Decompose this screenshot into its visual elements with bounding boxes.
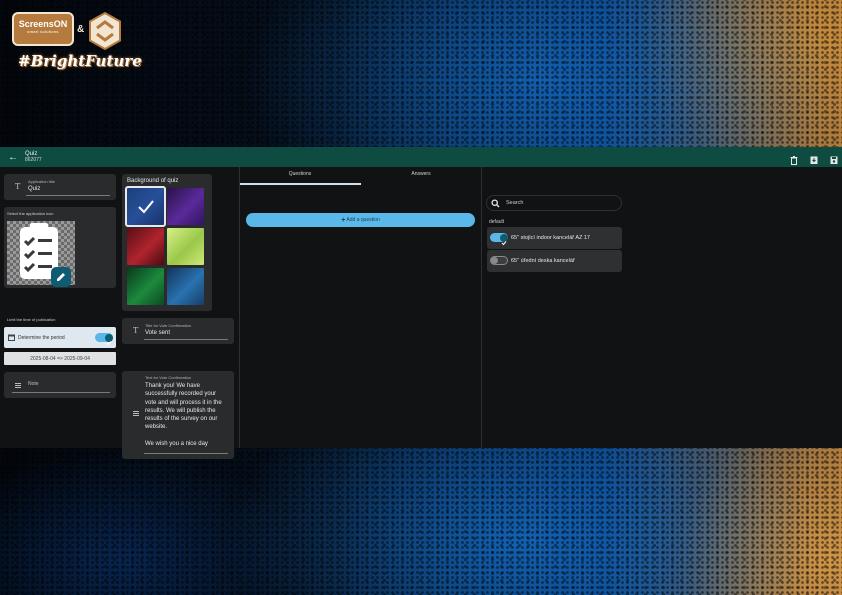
app-title-label: Application title (28, 179, 55, 184)
vote-text-label: Text for Vote Confirmation (145, 375, 192, 380)
textarea-icon (133, 411, 139, 416)
field-underline (26, 195, 110, 196)
device-item-2[interactable]: 65" úřední deska kancelář (487, 250, 622, 272)
logo-ampersand: & (77, 24, 85, 35)
check-icon (106, 340, 111, 345)
close-icon (492, 264, 497, 269)
background-label: Background of quiz (127, 178, 179, 184)
calendar-icon (8, 334, 15, 341)
column-divider (481, 167, 482, 448)
background-thumb-selected[interactable] (125, 186, 166, 227)
logo-brand: ScreensON (18, 19, 68, 29)
logo-brand-sub: smart solutions (27, 29, 59, 34)
download-icon[interactable] (810, 152, 818, 164)
tab-questions[interactable]: Questions (240, 171, 360, 177)
background-thumb[interactable] (167, 268, 204, 305)
app-title-field[interactable]: T Application title Quiz (4, 174, 116, 200)
app-title-value: Quiz (28, 186, 41, 192)
vote-text-value: Thank you! We have successfully recorded… (145, 383, 222, 431)
note-field[interactable]: Note (4, 372, 116, 398)
limit-time-label: Limit the time of publication (7, 317, 56, 322)
vote-title-field[interactable]: T Title for Vote Confirmation Vote sent (122, 318, 234, 344)
toggle-knob (491, 257, 498, 269)
vote-text-tail: We wish you a nice day (145, 441, 208, 447)
note-label: Note (28, 381, 39, 387)
field-underline (12, 392, 110, 393)
logo-tagline: #BrightFuture (18, 52, 142, 70)
device-item-label: 65" stojící indoor kancelář AZ 17 (511, 235, 590, 241)
background-thumb[interactable] (167, 228, 204, 265)
search-input[interactable]: Search (486, 195, 622, 211)
app-icon-label: Select the application icon (7, 211, 54, 216)
vote-title-label: Title for Vote Confirmation (145, 323, 192, 328)
text-field-icon: T (15, 182, 21, 191)
background-thumb[interactable] (127, 268, 164, 305)
vote-title-value: Vote sent (145, 330, 171, 336)
background-section: Background of quiz (122, 174, 212, 311)
plus-icon: + (341, 217, 346, 224)
field-underline (144, 453, 228, 454)
determine-period-label: Determine the period (18, 335, 65, 341)
search-icon (491, 199, 500, 208)
date-range[interactable]: 2025-08-04 => 2025-09-04 (4, 352, 116, 365)
screenson-logo: ScreensON smart solutions & #BrightFutur… (12, 12, 142, 76)
add-question-button[interactable]: + Add a question (246, 213, 475, 227)
add-question-label: Add a question (346, 217, 380, 223)
partner-logo-icon (89, 12, 121, 50)
active-tab-indicator (240, 183, 361, 185)
vote-text-field[interactable]: Text for Vote Confirmation Thank you! We… (122, 371, 234, 459)
back-arrow-icon[interactable]: ← (8, 152, 18, 163)
logo-box: ScreensON smart solutions (12, 12, 74, 46)
pencil-icon (57, 273, 65, 281)
app-content: T Application title Quiz Select the appl… (0, 167, 842, 459)
save-icon[interactable] (830, 152, 838, 164)
toggle-knob (104, 333, 113, 345)
device-toggle-on[interactable] (490, 233, 508, 245)
period-toggle[interactable] (95, 333, 113, 345)
app-icon-section: Select the application icon (4, 207, 116, 288)
column-divider (239, 167, 240, 448)
field-underline (144, 339, 228, 340)
check-icon (138, 200, 154, 214)
edit-icon-button[interactable] (51, 267, 71, 287)
check-icon (501, 240, 506, 245)
delete-icon[interactable] (790, 152, 798, 165)
tab-answers[interactable]: Answers (361, 171, 481, 177)
note-icon (15, 383, 21, 388)
device-item-label: 65" úřední deska kancelář (511, 258, 575, 264)
background-thumb[interactable] (127, 228, 164, 265)
app-window: ← Quiz 862077 T Application title Quiz S (0, 147, 842, 459)
background-thumb[interactable] (167, 188, 204, 225)
page-subtitle: 862077 (25, 157, 42, 163)
device-item-1[interactable]: 65" stojící indoor kancelář AZ 17 (487, 227, 622, 249)
device-toggle-off[interactable] (490, 256, 508, 269)
search-placeholder: Search (506, 200, 524, 206)
toggle-knob (499, 233, 508, 245)
device-group-label: default (489, 219, 505, 225)
determine-period-row[interactable]: Determine the period (4, 327, 116, 348)
text-field-icon: T (133, 326, 139, 335)
top-bar: ← Quiz 862077 (0, 147, 842, 167)
